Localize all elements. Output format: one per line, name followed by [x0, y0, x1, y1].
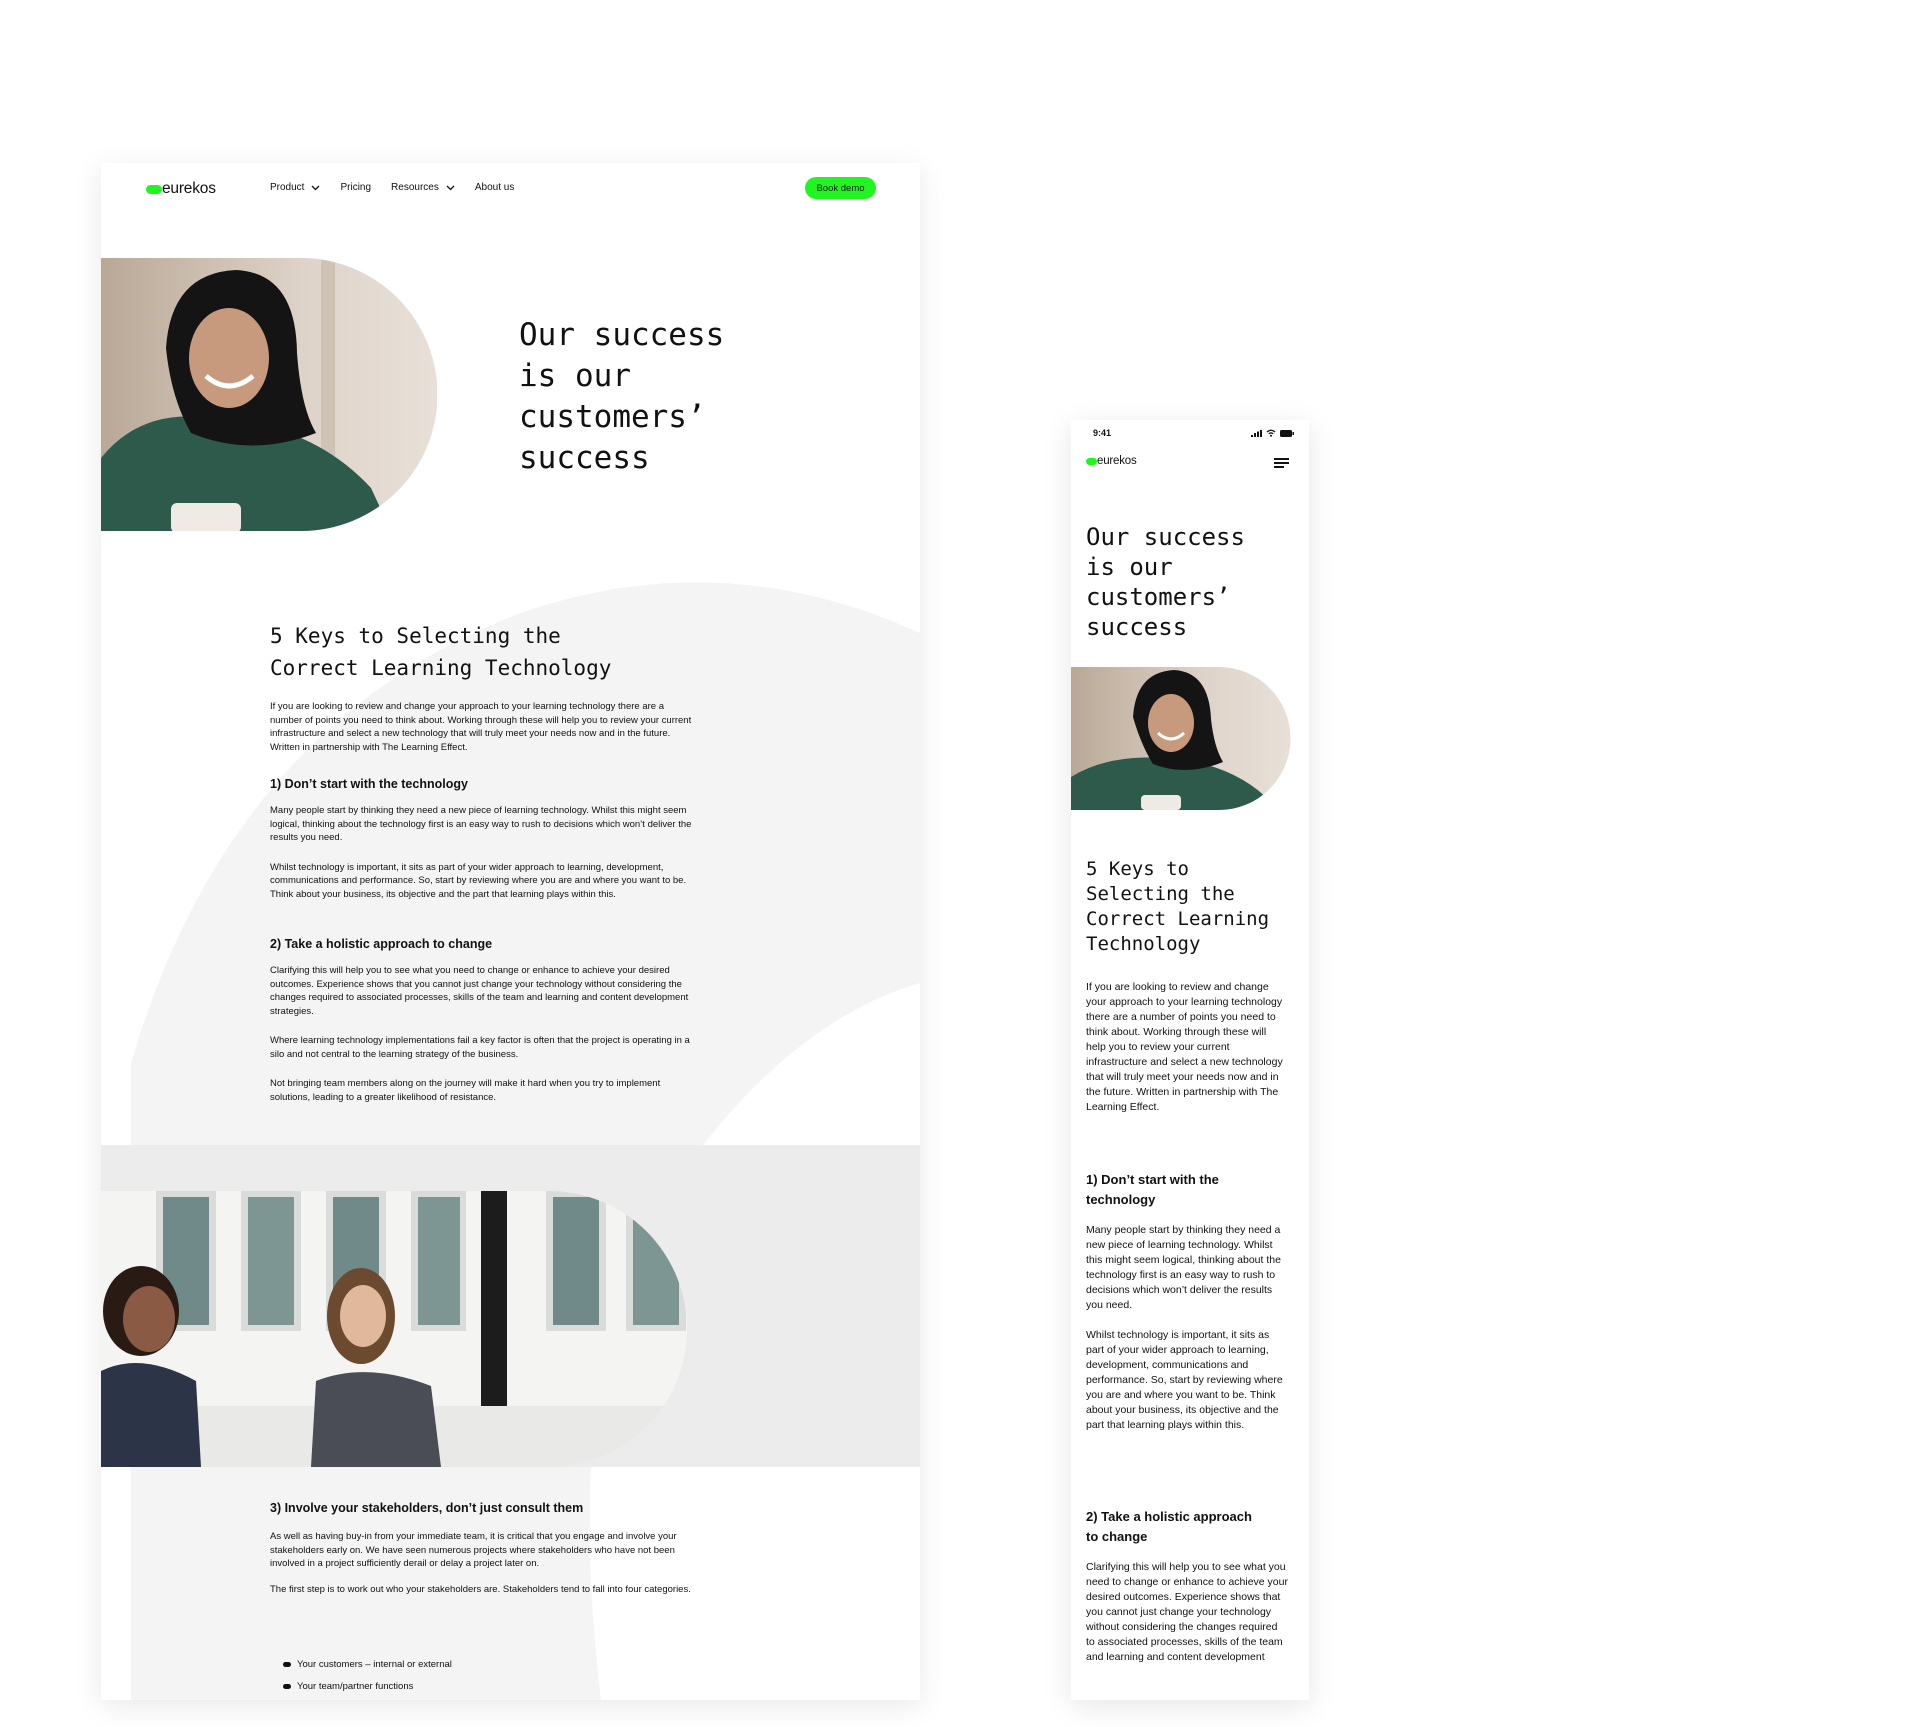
- section-paragraph: The first step is to work out who your s…: [270, 1583, 691, 1595]
- nav-item-about-us[interactable]: About us: [475, 182, 514, 193]
- chevron-down-icon: [446, 183, 455, 193]
- article-intro: If you are looking to review and change …: [1086, 980, 1288, 1115]
- section-heading: 3) Involve your stakeholders, don’t just…: [270, 1501, 584, 1515]
- article-title-line: 5 Keys to Selecting the: [270, 624, 561, 648]
- article-title-line: 5 Keys to: [1086, 858, 1189, 880]
- article-title-line: Selecting the: [1086, 883, 1235, 905]
- bullet-icon: [283, 1683, 291, 1689]
- article-section-1: 1) Don’t start with the technology: [1086, 1170, 1288, 1210]
- nav-item-product[interactable]: Product: [270, 182, 320, 193]
- section-paragraph: Many people start by thinking they need …: [270, 805, 692, 843]
- brand-name: eurekos: [1097, 455, 1137, 467]
- section-heading: 2) Take a holistic approach to change: [270, 937, 493, 951]
- top-navigation: eurekos Product Pricing Resources About …: [101, 163, 920, 233]
- article-section-2: 2) Take a holistic approach to change: [270, 937, 695, 951]
- intro-paragraph: If you are looking to review and change …: [270, 701, 692, 753]
- book-demo-button[interactable]: Book demo: [805, 177, 876, 199]
- mobile-mockup: 9:41 eurekos Our success is our customer…: [1071, 420, 1309, 1700]
- hero-title-line: Our success: [1086, 523, 1245, 551]
- list-item-text: Your customers – internal or external: [297, 1658, 452, 1670]
- hero-title-line: success: [519, 440, 650, 476]
- hero-title-line: customers’: [1086, 583, 1231, 611]
- nav-item-label: Product: [270, 182, 305, 193]
- section-paragraph: Whilst technology is important, it sits …: [1086, 1329, 1283, 1431]
- article-intro: If you are looking to review and change …: [270, 700, 695, 754]
- article-title: 5 Keys to Selecting the Correct Learning…: [270, 620, 695, 684]
- hero-title: Our success is our customers’ success: [519, 315, 849, 479]
- nav-item-label: About us: [474, 182, 515, 193]
- section-paragraph: Whilst technology is important, it sits …: [270, 861, 687, 900]
- section-3-body: As well as having buy-in from your immed…: [270, 1530, 695, 1596]
- status-time: 9:41: [1093, 428, 1112, 438]
- section-paragraph: Many people start by thinking they need …: [1086, 1224, 1281, 1311]
- section-2-body: Clarifying this will help you to see wha…: [1086, 1560, 1288, 1665]
- section-paragraph: Where learning technology implementation…: [270, 1035, 690, 1060]
- chevron-down-icon: [311, 183, 320, 193]
- section-heading-line: to change: [1086, 1529, 1148, 1544]
- section-heading: 2) Take a holistic approach to change: [1086, 1507, 1288, 1547]
- hero-title-line: success: [1086, 613, 1188, 641]
- section-1-body: Many people start by thinking they need …: [1086, 1223, 1288, 1433]
- section-heading-line: technology: [1086, 1192, 1156, 1207]
- section-2-body: Clarifying this will help you to see wha…: [270, 964, 695, 1104]
- nav-item-label: Resources: [391, 182, 439, 193]
- hero-title-line: is our: [1086, 553, 1173, 581]
- main-menu: Product Pricing Resources About us: [270, 182, 534, 193]
- article-section-2: 2) Take a holistic approach to change: [1086, 1507, 1288, 1547]
- article-section-1: 1) Don’t start with the technology: [270, 777, 695, 791]
- nav-item-resources[interactable]: Resources: [391, 182, 455, 193]
- nav-item-label: Pricing: [340, 182, 372, 193]
- bullet-icon: [283, 1661, 291, 1667]
- logo-pill-icon: [1086, 457, 1097, 465]
- status-icons: [1251, 429, 1294, 437]
- intro-paragraph: If you are looking to review and change …: [1086, 981, 1283, 1113]
- section-heading-line: 1) Don’t start with the: [1086, 1172, 1219, 1187]
- nav-item-pricing[interactable]: Pricing: [340, 182, 371, 193]
- status-bar: 9:41: [1071, 420, 1309, 450]
- section-heading: 1) Don’t start with the technology: [1086, 1170, 1288, 1210]
- article-section-3: 3) Involve your stakeholders, don’t just…: [270, 1501, 695, 1515]
- article-title-line: Correct Learning: [1086, 908, 1270, 930]
- office-photo: [101, 1191, 687, 1467]
- hero-photo: [1071, 667, 1291, 810]
- section-paragraph: Clarifying this will help you to see wha…: [1086, 1561, 1288, 1663]
- article-title-line: Correct Learning Technology: [270, 656, 612, 680]
- section-heading: 1) Don’t start with the technology: [270, 777, 468, 791]
- brand-name: eurekos: [162, 180, 216, 197]
- hero-title-line: customers’: [519, 399, 706, 435]
- section-paragraph: Clarifying this will help you to see wha…: [270, 965, 689, 1017]
- hero-title-line: is our: [519, 358, 631, 394]
- signal-icon: [1251, 429, 1262, 437]
- wifi-icon: [1266, 429, 1276, 437]
- battery-icon: [1280, 429, 1294, 437]
- brand-logo[interactable]: eurekos: [146, 180, 216, 198]
- section-paragraph: Not bringing team members along on the j…: [270, 1078, 661, 1103]
- logo-pill-icon: [146, 184, 162, 194]
- section-1-body: Many people start by thinking they need …: [270, 804, 695, 901]
- article-header: 5 Keys to Selecting the Correct Learning…: [270, 620, 695, 684]
- stakeholder-list: Your customers – internal or external Yo…: [283, 1653, 452, 1697]
- article-title: 5 Keys to Selecting the Correct Learning…: [1086, 857, 1288, 957]
- hero-title: Our success is our customers’ success: [1086, 522, 1301, 642]
- article-header: 5 Keys to Selecting the Correct Learning…: [1086, 857, 1288, 957]
- list-item: Your team/partner functions: [283, 1675, 452, 1697]
- brand-logo[interactable]: eurekos: [1086, 455, 1137, 467]
- hero-photo: [101, 258, 437, 531]
- section-heading-line: 2) Take a holistic approach: [1086, 1509, 1252, 1524]
- hamburger-menu-icon[interactable]: [1274, 458, 1289, 471]
- desktop-mockup: eurekos Product Pricing Resources About …: [101, 163, 920, 1700]
- list-item: Your customers – internal or external: [283, 1653, 452, 1675]
- list-item-text: Your team/partner functions: [297, 1680, 414, 1692]
- article-title-line: Technology: [1086, 933, 1201, 955]
- hero-title-line: Our success: [519, 317, 725, 353]
- section-paragraph: As well as having buy-in from your immed…: [270, 1531, 677, 1569]
